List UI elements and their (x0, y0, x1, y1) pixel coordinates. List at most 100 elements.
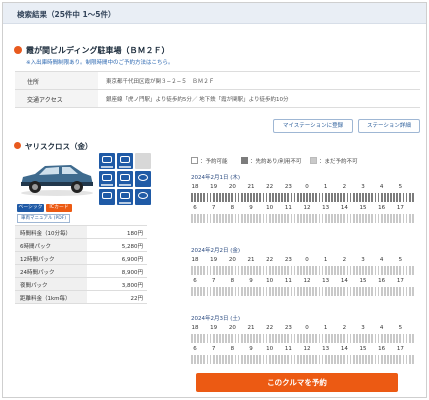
time-slot[interactable] (296, 266, 299, 275)
time-slot[interactable] (352, 355, 355, 364)
time-slot[interactable] (362, 266, 364, 275)
time-slot[interactable] (250, 193, 252, 202)
time-slot[interactable] (343, 193, 346, 202)
time-slot[interactable] (200, 334, 203, 343)
time-slot[interactable] (197, 355, 200, 364)
time-slot[interactable] (402, 334, 405, 343)
time-slot[interactable] (247, 355, 249, 364)
time-slot[interactable] (219, 193, 221, 202)
time-slot[interactable] (383, 287, 386, 296)
time-slot[interactable] (312, 334, 315, 343)
time-slot[interactable] (343, 266, 346, 275)
time-slot[interactable] (200, 287, 203, 296)
station-detail-button[interactable]: ステーション詳細 (358, 119, 420, 133)
time-slot[interactable] (405, 266, 408, 275)
time-slot[interactable] (408, 193, 411, 202)
time-slot[interactable] (281, 193, 284, 202)
time-slot[interactable] (265, 266, 268, 275)
time-slot[interactable] (324, 214, 327, 223)
time-slot[interactable] (287, 266, 290, 275)
time-slot[interactable] (197, 214, 200, 223)
time-slot[interactable] (321, 266, 324, 275)
time-slot[interactable] (194, 334, 196, 343)
time-slot[interactable] (268, 355, 271, 364)
time-slot[interactable] (243, 214, 246, 223)
time-slot[interactable] (387, 214, 389, 223)
time-slot[interactable] (299, 214, 302, 223)
time-slot[interactable] (265, 334, 268, 343)
time-slot[interactable] (209, 214, 212, 223)
time-slot[interactable] (240, 355, 243, 364)
time-slot[interactable] (318, 193, 321, 202)
time-slot[interactable] (271, 214, 274, 223)
time-slot[interactable] (321, 214, 324, 223)
time-slot[interactable] (315, 266, 318, 275)
time-slot[interactable] (390, 214, 392, 223)
time-slot[interactable] (327, 193, 330, 202)
time-slot[interactable] (209, 193, 212, 202)
time-slot[interactable] (222, 355, 224, 364)
time-slot[interactable] (334, 214, 336, 223)
time-slot[interactable] (365, 334, 368, 343)
time-slot[interactable] (250, 355, 252, 364)
time-slot[interactable] (383, 334, 386, 343)
time-slot[interactable] (191, 355, 193, 364)
time-slot[interactable] (237, 193, 240, 202)
time-slot[interactable] (219, 355, 221, 364)
time-slot[interactable] (203, 266, 206, 275)
time-slot[interactable] (352, 334, 355, 343)
time-slot[interactable] (240, 266, 243, 275)
time-slot[interactable] (268, 214, 271, 223)
time-slot[interactable] (250, 266, 252, 275)
time-slot[interactable] (278, 193, 280, 202)
time-slot[interactable] (359, 193, 361, 202)
time-slot[interactable] (349, 287, 352, 296)
time-slot[interactable] (234, 355, 237, 364)
time-slot[interactable] (371, 334, 374, 343)
time-slot[interactable] (265, 193, 268, 202)
time-slot[interactable] (340, 266, 343, 275)
time-slot[interactable] (256, 214, 259, 223)
time-slot[interactable] (197, 266, 200, 275)
time-slot[interactable] (222, 287, 224, 296)
time-slot[interactable] (371, 355, 374, 364)
time-slot[interactable] (390, 287, 392, 296)
time-slot[interactable] (306, 355, 308, 364)
time-slot[interactable] (365, 287, 368, 296)
time-slot[interactable] (240, 334, 243, 343)
time-slot[interactable] (247, 287, 249, 296)
time-slot[interactable] (231, 214, 234, 223)
time-slot[interactable] (209, 355, 212, 364)
time-slot[interactable] (222, 334, 224, 343)
time-slot[interactable] (296, 214, 299, 223)
time-slot[interactable] (405, 355, 408, 364)
time-slot[interactable] (371, 214, 374, 223)
time-slot[interactable] (212, 266, 215, 275)
time-slot[interactable] (337, 193, 340, 202)
time-slot[interactable] (327, 214, 330, 223)
time-slot[interactable] (355, 355, 358, 364)
time-slot[interactable] (337, 287, 340, 296)
time-slot[interactable] (200, 193, 203, 202)
time-slot[interactable] (362, 287, 364, 296)
time-slot[interactable] (383, 193, 386, 202)
time-slot[interactable] (271, 193, 274, 202)
time-slot[interactable] (393, 287, 396, 296)
time-slot[interactable] (315, 287, 318, 296)
time-slot[interactable] (237, 287, 240, 296)
time-slot[interactable] (315, 193, 318, 202)
car-manual-link[interactable]: 車両マニュアル (PDF) (17, 214, 71, 223)
time-slot[interactable] (290, 193, 293, 202)
time-slot[interactable] (368, 287, 371, 296)
time-slot[interactable] (387, 193, 389, 202)
time-slot[interactable] (324, 287, 327, 296)
time-slot[interactable] (383, 355, 386, 364)
time-slot[interactable] (327, 355, 330, 364)
time-slot[interactable] (290, 287, 293, 296)
time-slot[interactable] (275, 266, 277, 275)
time-slot[interactable] (284, 334, 287, 343)
time-slot[interactable] (396, 355, 399, 364)
time-slot[interactable] (387, 266, 389, 275)
time-slot[interactable] (324, 355, 327, 364)
time-slot[interactable] (225, 193, 228, 202)
